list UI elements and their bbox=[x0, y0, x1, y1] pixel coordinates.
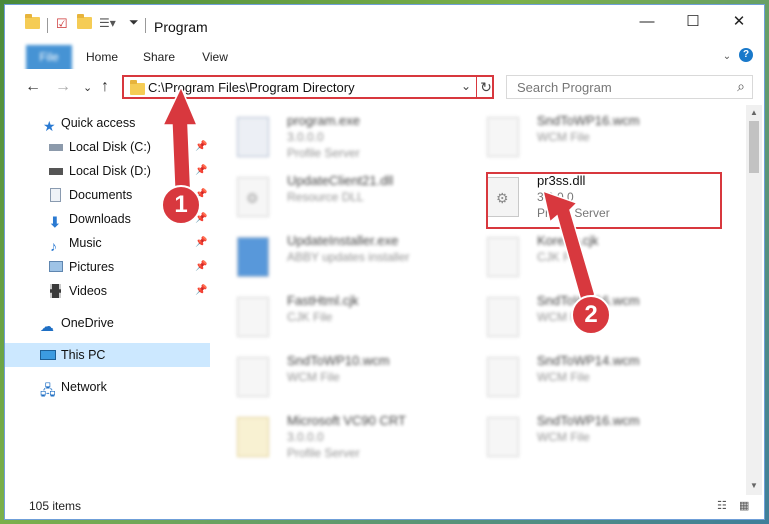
arrow-to-address-bar bbox=[161, 85, 199, 198]
explorer-window: ☑ ☰▾ ⏷ Program — ☐ ✕ File Home Share Vie… bbox=[4, 4, 765, 520]
callout-arrows bbox=[161, 85, 596, 303]
callout-badge-2: 2 bbox=[571, 295, 611, 335]
callout-badge-1: 1 bbox=[161, 185, 201, 225]
arrow-to-dll-file bbox=[541, 189, 596, 303]
